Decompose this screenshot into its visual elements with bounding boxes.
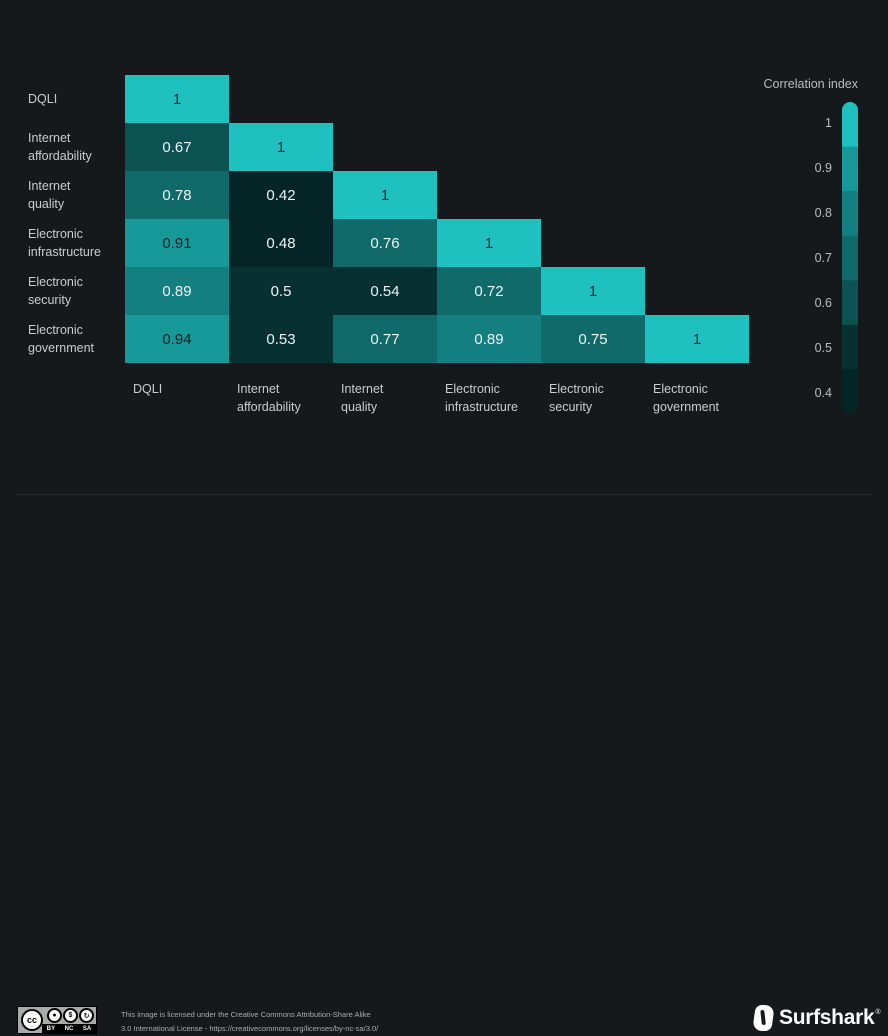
legend-tick-label: 1 (825, 116, 832, 130)
sharealike-icon: ↻ (79, 1008, 94, 1023)
cell-value-label: 1 (485, 235, 493, 252)
column-label: quality (341, 400, 378, 414)
cell-value-label: 1 (381, 187, 389, 204)
row-label: Electronic (28, 227, 83, 241)
row-label: affordability (28, 149, 92, 163)
legend-tick-label: 0.9 (815, 161, 832, 175)
surfshark-logo-icon (752, 1005, 775, 1031)
legend-color-bin (842, 191, 858, 237)
row-label: Internet (28, 179, 71, 193)
cell-value-label: 0.54 (370, 283, 399, 300)
cc-label-by: BY (46, 1025, 56, 1032)
row-label: Electronic (28, 323, 83, 337)
legend-color-bin (842, 324, 858, 370)
cell-value-label: 0.78 (162, 187, 191, 204)
cell-value-label: 0.77 (370, 331, 399, 348)
row-label: quality (28, 197, 65, 211)
row-label: infrastructure (28, 245, 101, 259)
row-label: government (28, 341, 95, 355)
column-label: affordability (237, 400, 301, 414)
legend-tick-label: 0.5 (815, 341, 832, 355)
legend-tick-label: 0.6 (815, 296, 832, 310)
column-label: government (653, 400, 720, 414)
cc-badge-labels: BY NC SA (42, 1024, 96, 1033)
column-label: Electronic (549, 382, 604, 396)
cell-value-label: 0.94 (162, 331, 191, 348)
attribution-icon: ● (47, 1008, 62, 1023)
column-label: Electronic (445, 382, 500, 396)
column-label: Internet (237, 382, 280, 396)
legend-color-bin (842, 146, 858, 192)
cell-value-label: 1 (277, 139, 285, 156)
row-label: security (28, 293, 72, 307)
correlation-heatmap: 1 0.67 1 0.78 0.42 1 0.91 0.48 0.76 1 0.89 0.5 0.54 0… (0, 0, 888, 490)
row-label: DQLI (28, 92, 57, 106)
legend-tick-label: 0.8 (815, 206, 832, 220)
column-label: security (549, 400, 593, 414)
brand-name: Surfshark (779, 1006, 875, 1029)
cc-label-nc: NC (64, 1025, 74, 1032)
cell-value-label: 0.42 (266, 187, 295, 204)
registered-mark: ® (875, 1009, 881, 1016)
cc-license-badge[interactable]: cc ● $ ↻ BY NC SA (17, 1006, 97, 1034)
legend-color-bin (842, 235, 858, 281)
cell-value-label: 1 (589, 283, 597, 300)
cell-value-label: 0.89 (474, 331, 503, 348)
column-label: infrastructure (445, 400, 518, 414)
cell-value-label: 0.75 (578, 331, 607, 348)
legend-color-bin (842, 102, 858, 148)
legend-tick-label: 0.4 (815, 386, 832, 400)
heatmap-svg: 10.67 10.78 0.42 10.91 0.48 0.76 10.89 0.5 0.54 0… (28, 75, 859, 414)
surfshark-brand[interactable]: Surfshark ® (752, 1005, 881, 1031)
cc-label-sa: SA (82, 1025, 92, 1032)
cell-value-label: 0.76 (370, 235, 399, 252)
row-label: Electronic (28, 275, 83, 289)
cell-value-label: 0.67 (162, 139, 191, 156)
row-label: Internet (28, 131, 71, 145)
column-label: Internet (341, 382, 384, 396)
cc-icon: cc (21, 1009, 43, 1031)
cell-value-label: 0.72 (474, 283, 503, 300)
footer: cc ● $ ↻ BY NC SA This image is licensed… (0, 495, 888, 1034)
cell-value-label: 0.89 (162, 283, 191, 300)
license-line-2[interactable]: 3.0 International License - https://crea… (121, 1022, 378, 1036)
license-text: This image is licensed under the Creativ… (121, 1008, 378, 1036)
column-label: DQLI (133, 382, 162, 396)
legend-color-bin (842, 280, 858, 326)
cell-value-label: 0.91 (162, 235, 191, 252)
noncommercial-icon: $ (63, 1008, 78, 1023)
cell-value-label: 1 (693, 331, 701, 348)
cell-value-label: 0.53 (266, 331, 295, 348)
legend-title: Correlation index (764, 77, 859, 91)
license-line-1: This image is licensed under the Creativ… (121, 1010, 371, 1019)
column-label: Electronic (653, 382, 708, 396)
cell-value-label: 0.48 (266, 235, 295, 252)
legend-color-bin (842, 369, 858, 414)
cell-value-label: 1 (173, 91, 181, 108)
legend-tick-label: 0.7 (815, 251, 832, 265)
cell-value-label: 0.5 (271, 283, 292, 300)
legend-colorbar (842, 102, 858, 414)
